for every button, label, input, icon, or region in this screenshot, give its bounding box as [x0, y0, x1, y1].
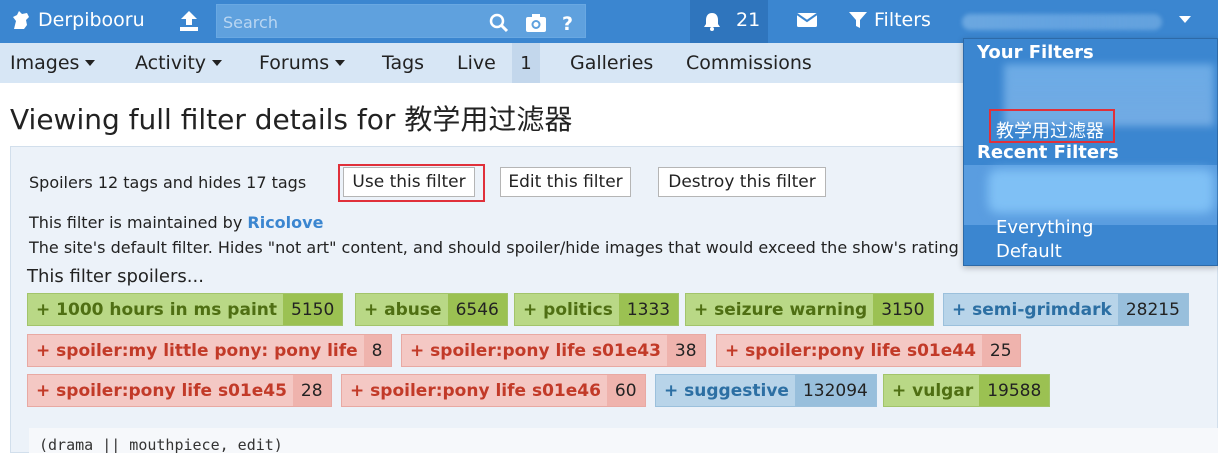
destroy-filter-button[interactable]: Destroy this filter — [658, 167, 826, 197]
tag-count: 28 — [292, 375, 331, 406]
nav-activity[interactable]: Activity — [135, 52, 223, 74]
your-filters-heading: Your Filters — [977, 42, 1094, 63]
tag-count: 3150 — [873, 294, 933, 325]
maintained-by: This filter is maintained by Ricolove — [29, 213, 323, 232]
tag-name[interactable]: + spoiler:pony life s01e45 — [28, 375, 293, 406]
tag-count: 8 — [363, 335, 391, 366]
search-icon[interactable] — [489, 13, 509, 33]
chevron-down-icon[interactable] — [1178, 15, 1192, 25]
spoiler-tag[interactable]: + spoiler:pony life s01e43 38 — [401, 334, 706, 367]
tag-count: 60 — [606, 375, 645, 406]
spoiler-tag[interactable]: + spoiler:pony life s01e46 60 — [341, 374, 646, 407]
svg-text:?: ? — [562, 13, 573, 33]
nav-forums[interactable]: Forums — [259, 52, 346, 74]
spoilers-heading: This filter spoilers... — [27, 266, 204, 287]
tag-name[interactable]: + spoiler:pony life s01e43 — [402, 335, 667, 366]
tag-name[interactable]: + spoiler:pony life s01e44 — [717, 335, 982, 366]
live-count-badge[interactable]: 1 — [512, 43, 540, 83]
filter-code-block: (drama || mouthpiece, edit) — [29, 428, 1218, 453]
chevron-down-icon — [212, 60, 223, 66]
search-input[interactable] — [223, 12, 483, 32]
tag-name[interactable]: + 1000 hours in ms paint — [28, 294, 283, 325]
nav-commissions[interactable]: Commissions — [686, 52, 812, 74]
filters-label: Filters — [874, 9, 931, 31]
nav-label: Forums — [259, 52, 330, 74]
tag-name[interactable]: + spoiler:my little pony: pony life — [28, 335, 364, 366]
tag-name[interactable]: + spoiler:pony life s01e46 — [342, 375, 607, 406]
spoiler-tag[interactable]: + abuse 6546 — [355, 293, 508, 326]
upload-icon[interactable] — [178, 9, 200, 33]
notification-count: 21 — [736, 9, 761, 31]
spoiler-tag[interactable]: + spoiler:my little pony: pony life 8 — [27, 334, 392, 367]
nav-live[interactable]: Live — [457, 52, 496, 74]
notifications-button[interactable]: 21 — [690, 0, 768, 43]
spoiler-tag[interactable]: + politics 1333 — [514, 293, 680, 326]
highlight-box — [338, 164, 485, 202]
filter-description: The site's default filter. Hides "not ar… — [29, 238, 959, 257]
recent-filter-item[interactable]: Everything — [996, 217, 1093, 238]
chevron-down-icon — [335, 60, 346, 66]
user-menu[interactable] — [962, 14, 1162, 30]
tag-name[interactable]: + suggestive — [656, 375, 795, 406]
maintainer-link[interactable]: Ricolove — [247, 213, 323, 232]
tag-name[interactable]: + abuse — [356, 294, 448, 325]
filter-summary: Spoilers 12 tags and hides 17 tags — [29, 173, 307, 192]
mail-icon[interactable] — [796, 11, 818, 29]
tag-name[interactable]: + politics — [515, 294, 619, 325]
tag-count: 5150 — [283, 294, 343, 325]
spoiler-tag[interactable]: + 1000 hours in ms paint 5150 — [27, 293, 344, 326]
nav-label: Activity — [135, 52, 207, 74]
pony-logo-icon — [13, 11, 29, 29]
nav-label: Live — [457, 52, 496, 74]
search-bar: ? — [216, 4, 586, 38]
top-header: Derpibooru ? 21 Fi — [0, 0, 1218, 43]
nav-label: Commissions — [686, 52, 812, 74]
spoiler-tag[interactable]: + spoiler:pony life s01e45 28 — [27, 374, 332, 407]
recent-filters-heading: Recent Filters — [977, 142, 1119, 163]
nav-label: Tags — [382, 52, 425, 74]
filter-icon — [849, 12, 867, 28]
page-title: Viewing full filter details for 教学用过滤器 — [10, 103, 573, 136]
nav-galleries[interactable]: Galleries — [570, 52, 653, 74]
spoiler-tag[interactable]: + suggestive 132094 — [655, 374, 877, 407]
nav-label: Galleries — [570, 52, 654, 74]
tag-name[interactable]: + semi-grimdark — [944, 294, 1118, 325]
spoiler-tag[interactable]: + vulgar 19588 — [883, 374, 1051, 407]
filters-menu-link[interactable]: Filters — [848, 9, 931, 31]
tag-name[interactable]: + seizure warning — [686, 294, 873, 325]
site-name: Derpibooru — [38, 9, 145, 31]
nav-tags[interactable]: Tags — [382, 52, 424, 74]
edit-filter-button[interactable]: Edit this filter — [500, 167, 631, 197]
tag-count: 132094 — [794, 375, 876, 406]
tag-count: 1333 — [618, 294, 679, 325]
redacted-recent-filter — [988, 169, 1214, 213]
bell-icon — [704, 13, 720, 31]
nav-images[interactable]: Images — [10, 52, 96, 74]
recent-filter-item[interactable]: Default — [996, 241, 1062, 262]
nav-label: Images — [10, 52, 80, 74]
maintained-prefix: This filter is maintained by — [29, 213, 248, 232]
filters-dropdown: Your Filters 教学用过滤器 Recent Filters Every… — [963, 38, 1218, 266]
spoiler-tag[interactable]: + seizure warning 3150 — [685, 293, 934, 326]
tag-count: 28215 — [1117, 294, 1188, 325]
tag-count: 25 — [981, 335, 1020, 366]
tag-count: 38 — [666, 335, 705, 366]
spoiler-tag[interactable]: + spoiler:pony life s01e44 25 — [716, 334, 1021, 367]
tag-name[interactable]: + vulgar — [884, 375, 979, 406]
tag-count: 19588 — [979, 375, 1050, 406]
highlight-box — [989, 109, 1115, 143]
help-icon[interactable]: ? — [561, 13, 577, 33]
site-logo[interactable]: Derpibooru — [10, 9, 145, 31]
camera-icon[interactable] — [525, 13, 547, 33]
chevron-down-icon — [85, 60, 96, 66]
tag-count: 6546 — [447, 294, 507, 325]
spoiler-tag[interactable]: + semi-grimdark 28215 — [943, 293, 1189, 326]
